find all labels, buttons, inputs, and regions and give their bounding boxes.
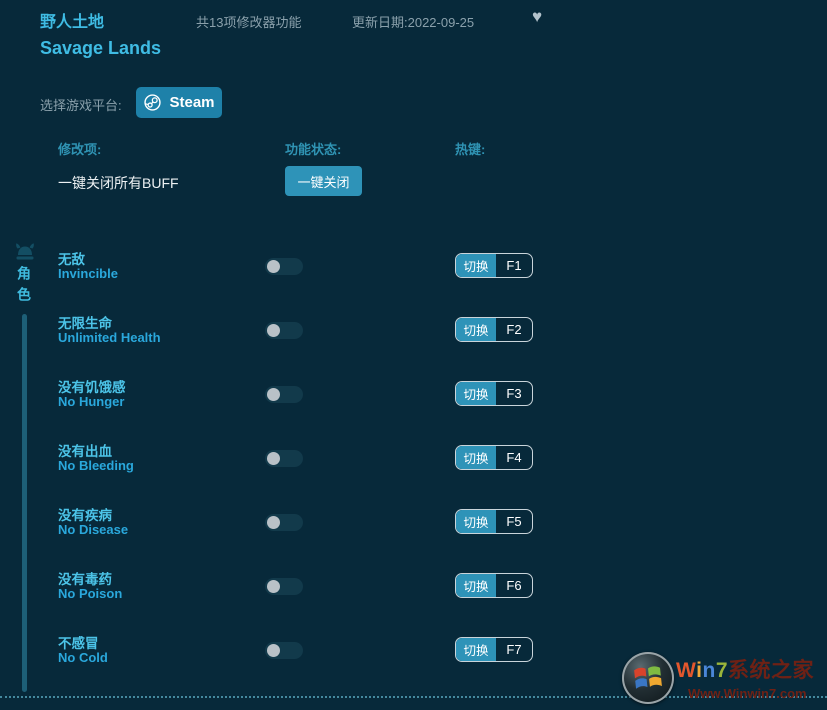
feature-toggle[interactable] xyxy=(265,578,303,595)
windows-orb-logo-icon xyxy=(622,652,674,704)
hotkey-action-label: 切换 xyxy=(456,254,496,277)
feature-name-en: No Poison xyxy=(58,586,123,601)
hotkey-key-label: F6 xyxy=(506,578,522,593)
feature-name-cn: 无限生命 xyxy=(58,316,112,331)
toggle-knob xyxy=(267,260,280,273)
hotkey-key-label: F7 xyxy=(506,642,522,657)
column-header-hotkey: 热键: xyxy=(455,142,486,157)
watermark-text: Win7系统之家 Www.Winwin7.com xyxy=(676,654,826,701)
hotkey-key-label: F2 xyxy=(506,322,522,337)
hotkey-key-label: F4 xyxy=(506,450,522,465)
brand-letter: n xyxy=(702,659,716,682)
feature-name-cn: 没有毒药 xyxy=(58,572,112,587)
feature-row-no-poison: 没有毒药 No Poison 切换 F6 xyxy=(0,560,827,624)
steam-platform-button[interactable]: Steam xyxy=(136,87,222,118)
toggle-knob xyxy=(267,516,280,529)
hotkey-button[interactable]: 切换 F1 xyxy=(455,253,533,278)
feature-row-no-hunger: 没有饥饿感 No Hunger 切换 F3 xyxy=(0,368,827,432)
brand-letter: W xyxy=(676,659,697,682)
toggle-knob xyxy=(267,452,280,465)
hotkey-action-label: 切换 xyxy=(456,510,496,533)
close-all-buff-button[interactable]: 一键关闭 xyxy=(285,166,362,196)
feature-toggle[interactable] xyxy=(265,514,303,531)
feature-name-en: No Cold xyxy=(58,650,108,665)
feature-name-en: Unlimited Health xyxy=(58,330,161,345)
feature-toggle[interactable] xyxy=(265,642,303,659)
hotkey-button[interactable]: 切换 F5 xyxy=(455,509,533,534)
feature-name-cn: 没有出血 xyxy=(58,444,112,459)
brand-letter: 7 xyxy=(715,659,728,682)
watermark: Win7系统之家 Www.Winwin7.com xyxy=(618,650,827,705)
hotkey-key-label: F5 xyxy=(506,514,522,529)
update-date: 更新日期:2022-09-25 xyxy=(352,15,475,30)
hotkey-action-label: 切换 xyxy=(456,382,496,405)
feature-toggle[interactable] xyxy=(265,322,303,339)
feature-count: 共13项修改器功能 xyxy=(196,15,302,30)
feature-row-no-disease: 没有疾病 No Disease 切换 F5 xyxy=(0,496,827,560)
hotkey-button[interactable]: 切换 F7 xyxy=(455,637,533,662)
feature-name-en: Invincible xyxy=(58,266,118,281)
toggle-knob xyxy=(267,580,280,593)
toggle-knob xyxy=(267,324,280,337)
feature-name-cn: 无敌 xyxy=(58,252,85,267)
hotkey-action-label: 切换 xyxy=(456,318,496,341)
column-header-modifier: 修改项: xyxy=(58,142,102,157)
brand-suffix: 系统之家 xyxy=(728,659,814,682)
feature-toggle[interactable] xyxy=(265,386,303,403)
hotkey-button[interactable]: 切换 F6 xyxy=(455,573,533,598)
feature-name-en: No Bleeding xyxy=(58,458,134,473)
steam-button-label: Steam xyxy=(169,94,215,111)
hotkey-button[interactable]: 切换 F3 xyxy=(455,381,533,406)
feature-name-cn: 不感冒 xyxy=(58,636,99,651)
feature-row-no-bleeding: 没有出血 No Bleeding 切换 F4 xyxy=(0,432,827,496)
page-title: 野人土地 xyxy=(40,14,105,31)
feature-name-cn: 没有饥饿感 xyxy=(58,380,126,395)
feature-name-en: No Disease xyxy=(58,522,129,537)
feature-name-en: No Hunger xyxy=(58,394,125,409)
hotkey-action-label: 切换 xyxy=(456,446,496,469)
hotkey-key-label: F3 xyxy=(506,386,522,401)
feature-row-invincible: 无敌 Invincible 切换 F1 xyxy=(0,240,827,304)
hotkey-action-label: 切换 xyxy=(456,574,496,597)
column-header-status: 功能状态: xyxy=(285,142,342,157)
watermark-url: Www.Winwin7.com xyxy=(688,686,807,701)
toggle-knob xyxy=(267,644,280,657)
game-title-en: Savage Lands xyxy=(40,38,162,58)
platform-select-label: 选择游戏平台: xyxy=(40,98,122,113)
feature-name-cn: 没有疾病 xyxy=(58,508,112,523)
feature-toggle[interactable] xyxy=(265,450,303,467)
hotkey-button[interactable]: 切换 F2 xyxy=(455,317,533,342)
hotkey-action-label: 切换 xyxy=(456,638,496,661)
toggle-knob xyxy=(267,388,280,401)
steam-icon xyxy=(143,93,162,112)
watermark-brand: Win7系统之家 xyxy=(676,654,826,684)
hotkey-button[interactable]: 切换 F4 xyxy=(455,445,533,470)
feature-toggle[interactable] xyxy=(265,258,303,275)
hotkey-key-label: F1 xyxy=(506,258,522,273)
heart-icon[interactable]: ♥ xyxy=(532,7,542,27)
feature-row-unlimited-health: 无限生命 Unlimited Health 切换 F2 xyxy=(0,304,827,368)
master-buff-label: 一键关闭所有BUFF xyxy=(58,175,179,191)
